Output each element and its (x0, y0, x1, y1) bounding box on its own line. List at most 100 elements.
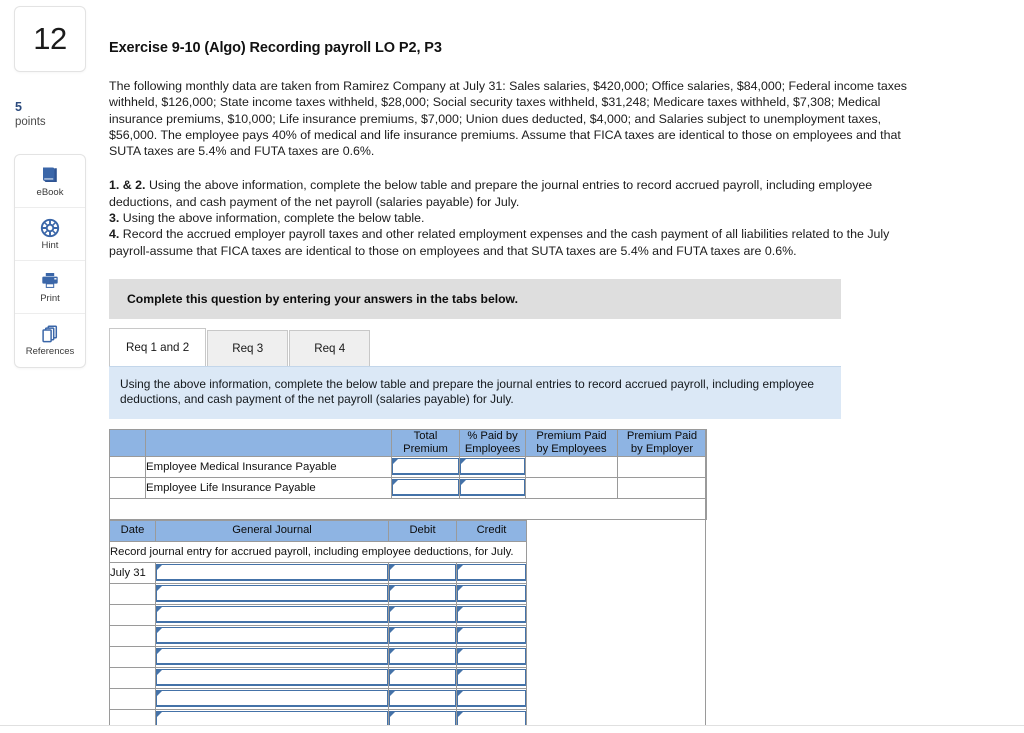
journal-table: Date General Journal Debit Credit Record… (109, 519, 527, 733)
journal-row-4-credit-cell[interactable] (456, 645, 527, 668)
journal-row-3-credit-cell[interactable] (456, 624, 527, 647)
journal-row-3-credit-input[interactable] (457, 627, 526, 645)
journal-row-6-credit-input[interactable] (457, 690, 526, 708)
journal-row-3-account-input[interactable] (156, 627, 388, 645)
journal-row-4-credit-input[interactable] (457, 648, 526, 666)
tool-hint-label: Hint (41, 239, 59, 251)
tab-req-3[interactable]: Req 3 (207, 329, 289, 366)
journal-row-5-account-input[interactable] (156, 669, 388, 687)
ebook-icon (40, 165, 60, 185)
journal-row-0-date: July 31 (109, 561, 156, 584)
requirement-tabs: Req 1 and 2 Req 3 Req 4 (109, 327, 919, 366)
journal-narrative: Record journal entry for accrued payroll… (109, 540, 527, 563)
journal-row-4-account-input[interactable] (156, 648, 388, 666)
journal-row-2-debit-input[interactable] (389, 606, 456, 624)
journal-row-2-date (109, 603, 156, 626)
question-number-box: 12 (14, 6, 86, 72)
tab-req-4[interactable]: Req 4 (289, 329, 371, 366)
complete-question-banner: Complete this question by entering your … (109, 278, 841, 319)
journal-row-6-credit-cell[interactable] (456, 687, 527, 710)
premium-table-header-row: Total Premium % Paid by Employees Premiu… (109, 428, 707, 457)
journal-row-5-debit-input[interactable] (389, 669, 456, 687)
premium-header-paid-employer-line2: by Employer (630, 442, 694, 455)
journal-row-0-credit-cell[interactable] (456, 561, 527, 584)
journal-row-2-credit-cell[interactable] (456, 603, 527, 626)
journal-row-1-debit-input[interactable] (389, 585, 456, 603)
journal-row-6-account-input[interactable] (156, 690, 388, 708)
journal-row-3-debit-cell[interactable] (388, 624, 457, 647)
journal-row-3-account-cell[interactable] (155, 624, 389, 647)
journal-table-header-row: Date General Journal Debit Credit (109, 519, 527, 542)
question-page: 12 5 points eBook Hint Print References … (0, 0, 1024, 733)
journal-row-1-credit-cell[interactable] (456, 582, 527, 605)
tab-req-3-label: Req 3 (232, 341, 264, 355)
journal-row-5-credit-cell[interactable] (456, 666, 527, 689)
journal-row-2-account-input[interactable] (156, 606, 388, 624)
journal-row-0-account-cell[interactable] (155, 561, 389, 584)
journal-row-4-debit-input[interactable] (389, 648, 456, 666)
table-row: Employee Life Insurance Payable (109, 476, 707, 499)
premium-header-total-premium-line1: Total (413, 429, 438, 442)
premium-row-1-total-premium-input[interactable] (392, 479, 459, 497)
tool-print[interactable]: Print (15, 261, 85, 314)
premium-header-total-premium-line2: Premium (403, 442, 448, 455)
tab-req-1-and-2[interactable]: Req 1 and 2 (109, 327, 207, 366)
journal-row-5-account-cell[interactable] (155, 666, 389, 689)
journal-row-1-account-input[interactable] (156, 585, 388, 603)
journal-row-0-account-input[interactable] (156, 564, 388, 582)
journal-row-1-account-cell[interactable] (155, 582, 389, 605)
premium-row-1-total-premium-cell[interactable] (391, 476, 460, 499)
premium-header-pct-paid-line1: % Paid by (467, 429, 518, 442)
premium-header-paid-employer-line1: Premium Paid (626, 429, 698, 442)
journal-row-6-account-cell[interactable] (155, 687, 389, 710)
journal-row-5-debit-cell[interactable] (388, 666, 457, 689)
journal-header-debit: Debit (388, 519, 457, 542)
journal-row-0-debit-cell[interactable] (388, 561, 457, 584)
journal-row-2-credit-input[interactable] (457, 606, 526, 624)
journal-row-4-account-cell[interactable] (155, 645, 389, 668)
tab-instruction: Using the above information, complete th… (109, 365, 841, 419)
premium-row-1-label: Employee Life Insurance Payable (145, 476, 392, 499)
journal-row-3-date (109, 624, 156, 647)
journal-row-5-credit-input[interactable] (457, 669, 526, 687)
premium-row-1-paid-employer (617, 476, 707, 499)
premium-row-1-spacer (109, 476, 146, 499)
journal-row-1-debit-cell[interactable] (388, 582, 457, 605)
journal-row-2-account-cell[interactable] (155, 603, 389, 626)
premium-row-0-pct-input[interactable] (460, 458, 525, 476)
journal-row-3-debit-input[interactable] (389, 627, 456, 645)
hint-icon (40, 218, 60, 238)
journal-row-4-debit-cell[interactable] (388, 645, 457, 668)
journal-row-2-debit-cell[interactable] (388, 603, 457, 626)
points-block: 5 points (14, 100, 86, 130)
premium-header-pct-paid: % Paid by Employees (459, 428, 526, 457)
premium-row-1-pct-input[interactable] (460, 479, 525, 497)
journal-narrative-row: Record journal entry for accrued payroll… (109, 540, 527, 563)
journal-row-1-credit-input[interactable] (457, 585, 526, 603)
premium-row-0-total-premium-input[interactable] (392, 458, 459, 476)
premium-row-0-total-premium-cell[interactable] (391, 455, 460, 478)
table-row (109, 645, 527, 668)
requirement-4-number: 4. (109, 227, 120, 242)
tool-hint[interactable]: Hint (15, 208, 85, 261)
premium-row-0-spacer (109, 455, 146, 478)
premium-row-1-pct-cell[interactable] (459, 476, 526, 499)
journal-row-0-credit-input[interactable] (457, 564, 526, 582)
journal-row-6-debit-input[interactable] (389, 690, 456, 708)
tool-ebook[interactable]: eBook (15, 155, 85, 208)
points-label: points (15, 116, 46, 128)
requirement-3: 3. Using the above information, complete… (109, 210, 914, 226)
premium-header-paid-employees-line2: by Employees (536, 442, 607, 455)
requirement-1-2: 1. & 2. Using the above information, com… (109, 177, 914, 210)
table-row (109, 624, 527, 647)
tool-print-label: Print (40, 292, 60, 304)
premium-header-paid-employees-line1: Premium Paid (536, 429, 607, 442)
requirement-1-2-number: 1. & 2. (109, 178, 146, 193)
table-row (109, 687, 527, 710)
tool-references[interactable]: References (15, 314, 85, 367)
premium-header-blank-1 (109, 428, 146, 457)
print-icon (40, 271, 60, 291)
journal-row-6-debit-cell[interactable] (388, 687, 457, 710)
premium-row-0-pct-cell[interactable] (459, 455, 526, 478)
journal-row-0-debit-input[interactable] (389, 564, 456, 582)
